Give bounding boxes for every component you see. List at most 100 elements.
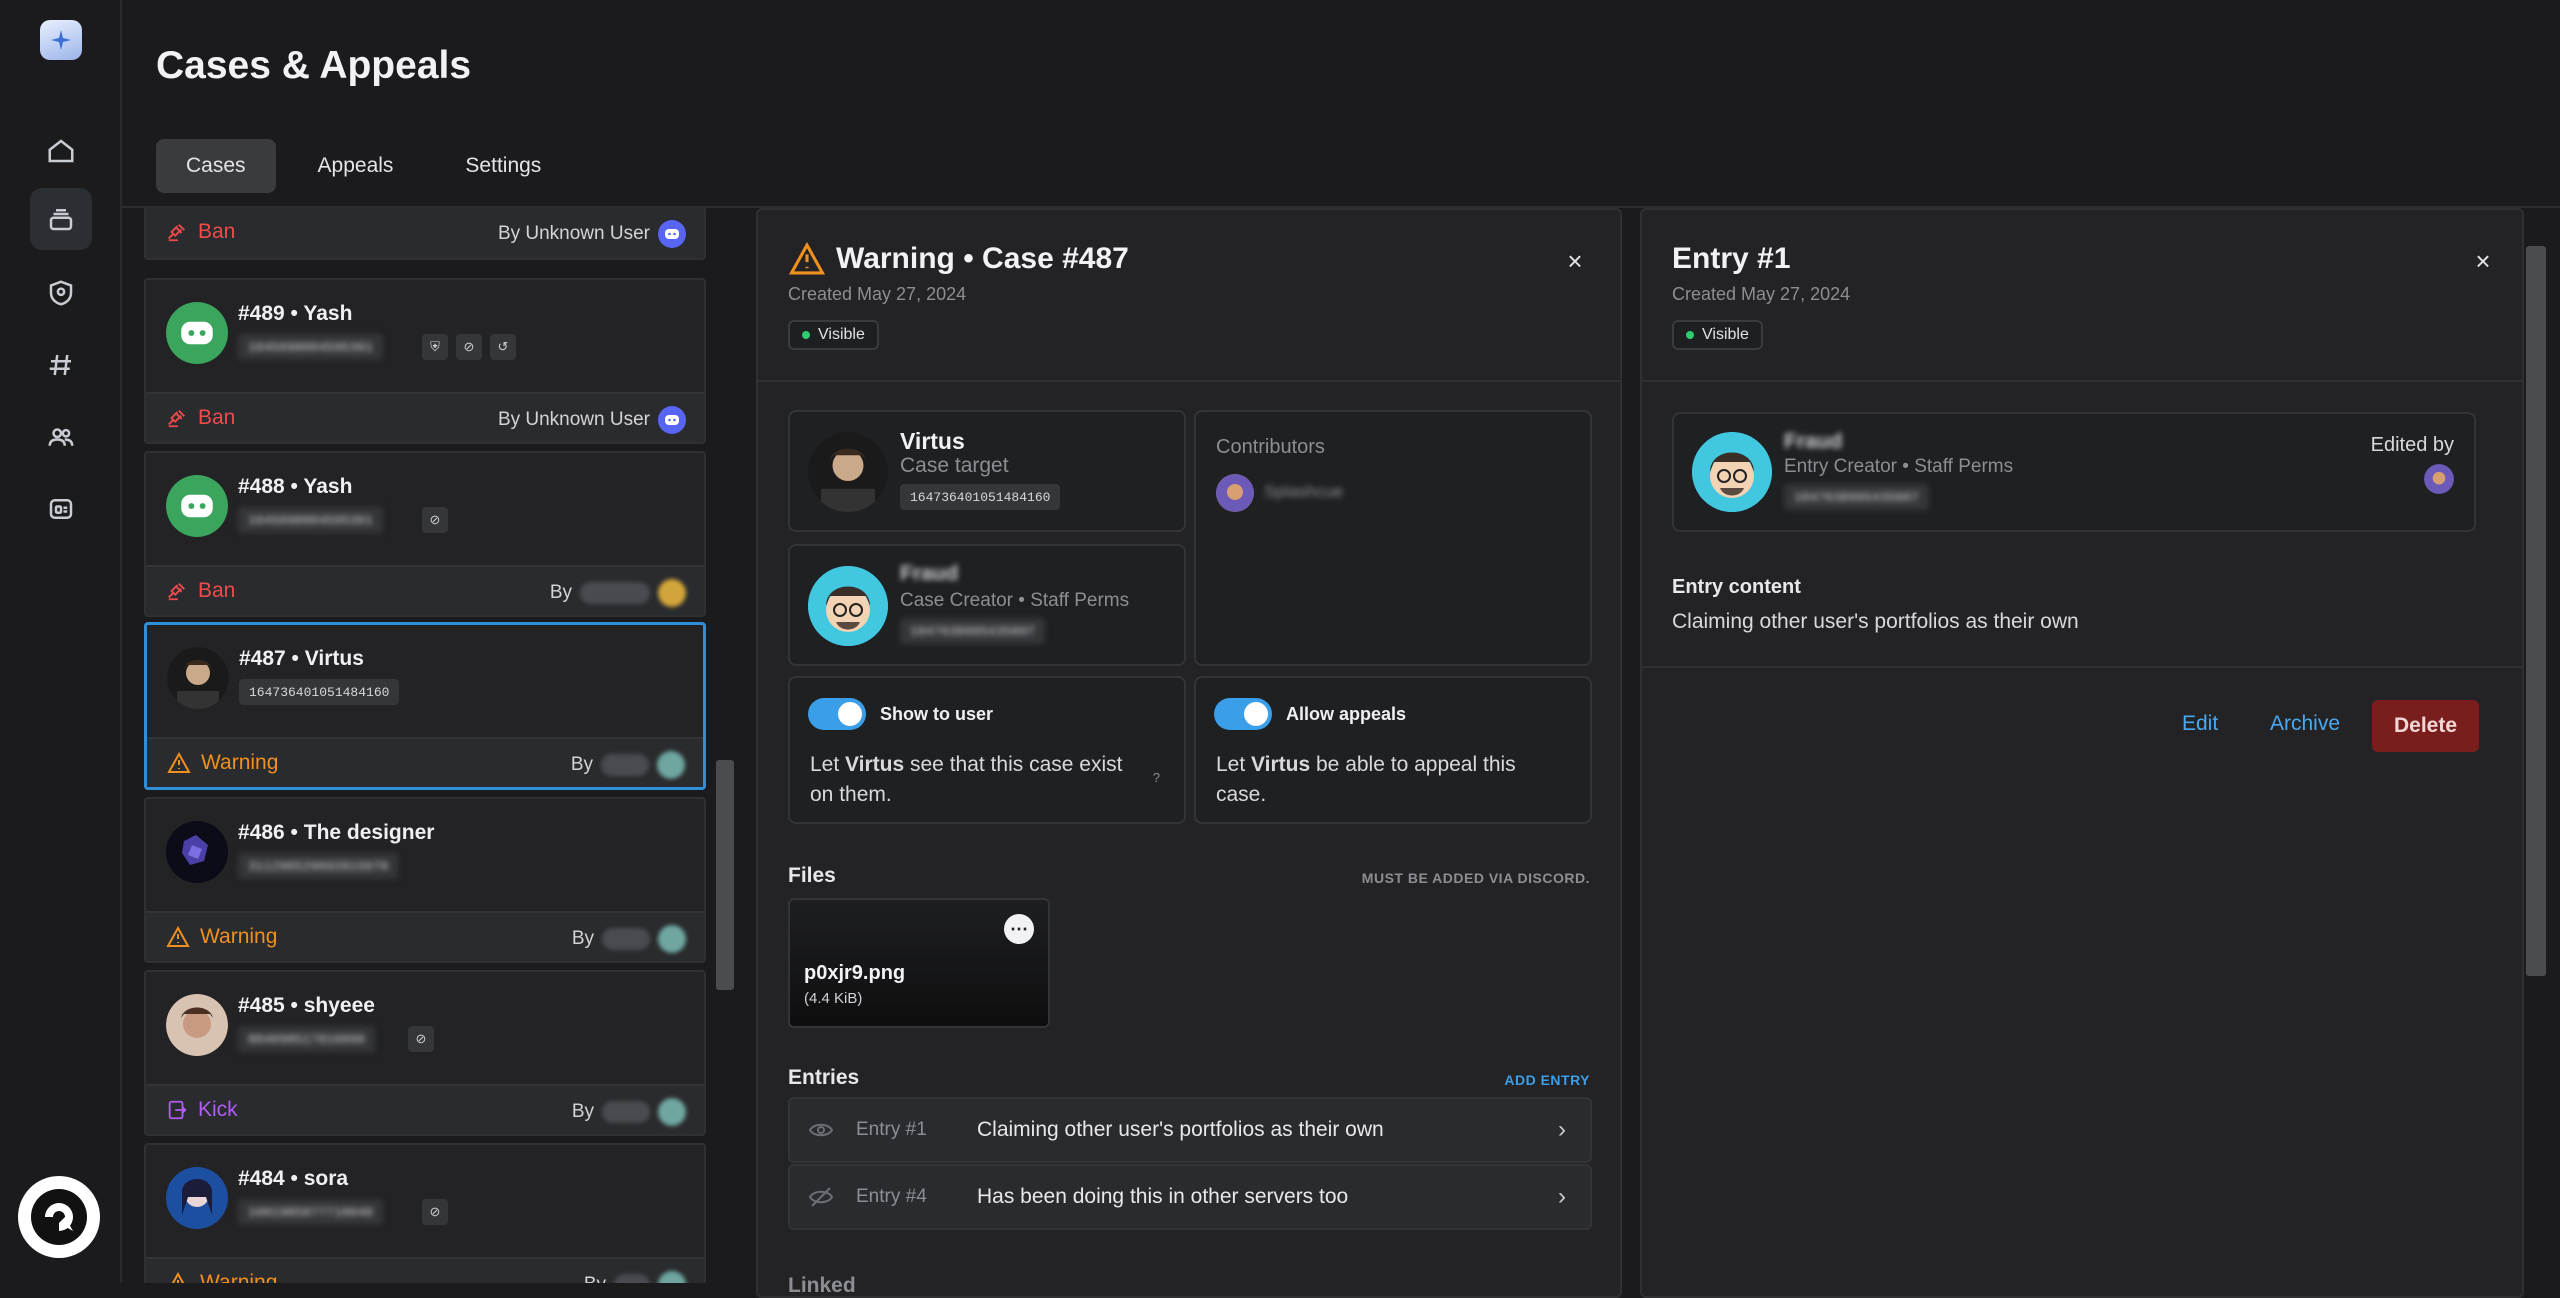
- tab-appeals[interactable]: Appeals: [288, 139, 424, 193]
- eye-off-icon: ⊘: [422, 1199, 448, 1225]
- avatar: [657, 751, 685, 779]
- allow-appeals-toggle[interactable]: [1214, 698, 1272, 730]
- gavel-icon: [168, 224, 185, 242]
- desc-user: Virtus: [845, 753, 905, 776]
- case-title: #487 • Virtus: [239, 647, 364, 670]
- avatar: [658, 1098, 686, 1126]
- creator-role: Entry Creator • Staff Perms: [1784, 456, 2014, 477]
- case-action-label: Warning: [201, 751, 279, 774]
- close-icon[interactable]: ×: [1560, 246, 1590, 276]
- case-by-label: By: [549, 582, 572, 603]
- nav-rail: [0, 0, 122, 1283]
- avatar: [166, 1167, 228, 1229]
- page-title: Cases & Appeals: [156, 44, 472, 87]
- shield-user-icon[interactable]: [30, 262, 92, 324]
- avatar: [167, 647, 229, 709]
- case-card-selected[interactable]: #487 • Virtus 164736401051484160 Warning…: [144, 622, 706, 790]
- case-list-scrollbar[interactable]: [716, 760, 734, 990]
- allow-appeals-row: Allow appeals: [1214, 698, 1406, 730]
- status-dot: [1686, 331, 1694, 339]
- case-footer: Ban By: [146, 565, 704, 615]
- case-action-label: Warning: [200, 1271, 278, 1283]
- file-card[interactable]: ⋯ p0xjr9.png (4.4 KiB): [788, 898, 1050, 1028]
- target-name: Virtus: [900, 428, 965, 454]
- entry-created: Created May 27, 2024: [1672, 284, 1851, 304]
- case-action: Warning: [167, 751, 278, 775]
- case-user-id: 311296529692815070: [238, 853, 399, 879]
- brand-badge-icon[interactable]: [18, 1176, 100, 1258]
- case-footer: Kick By: [146, 1084, 704, 1134]
- case-card[interactable]: #488 • Yash 1045698004595361 ⊘ Ban By: [144, 451, 706, 617]
- case-card[interactable]: #485 • shyeee 804698517816690 ⊘ Kick By: [144, 970, 706, 1136]
- entry-detail-panel: Entry #1 Created May 27, 2024 Visible × …: [1640, 208, 2524, 1298]
- case-by: By: [584, 1271, 686, 1283]
- delete-button[interactable]: Delete: [2372, 700, 2480, 752]
- case-action-label: Ban: [198, 579, 236, 602]
- case-by: By: [550, 579, 686, 607]
- redacted-username: [601, 754, 649, 776]
- case-user-id: 1045698004595361: [238, 334, 383, 360]
- case-footer: Ban By Unknown User: [146, 392, 704, 442]
- archive-button[interactable]: Archive: [2270, 712, 2340, 736]
- page-scrollbar[interactable]: [2526, 246, 2546, 976]
- case-card[interactable]: #484 • sora 1001985877710040 ⊘ Warning B…: [144, 1143, 706, 1283]
- entry-row[interactable]: Entry #4 Has been doing this in other se…: [788, 1164, 1592, 1230]
- case-flags: ⊘: [422, 1199, 448, 1225]
- case-by-label: By: [571, 928, 594, 949]
- tab-cases[interactable]: Cases: [156, 139, 276, 193]
- show-to-user-toggle[interactable]: [808, 698, 866, 730]
- more-options-icon[interactable]: ⋯: [1004, 914, 1034, 944]
- home-icon[interactable]: [30, 120, 92, 182]
- avatar: [808, 566, 888, 646]
- eye-off-icon: [808, 1187, 834, 1207]
- kick-icon: [168, 1100, 187, 1120]
- case-by-label: By: [584, 1274, 606, 1283]
- case-card[interactable]: #489 • Yash 1045698004595361 ⛨ ⊘ ↺ Ban B…: [144, 278, 706, 444]
- case-card[interactable]: Ban By Unknown User: [144, 208, 706, 260]
- status-dot: [802, 331, 810, 339]
- app-logo-icon[interactable]: [40, 20, 82, 60]
- chevron-right-icon: ›: [1558, 1116, 1566, 1143]
- files-label: Files: [788, 864, 836, 887]
- help-icon[interactable]: ?: [1153, 770, 1160, 785]
- discord-avatar-icon: [166, 302, 228, 364]
- contributor-name: Splashcue: [1264, 482, 1344, 501]
- case-list[interactable]: Ban By Unknown User #489 • Yash 10456980…: [144, 208, 706, 1283]
- case-by: By: [572, 925, 686, 953]
- case-flags: ⊘: [408, 1026, 434, 1052]
- creator-name: Fraud: [900, 562, 959, 585]
- add-entry-button[interactable]: ADD ENTRY: [1504, 1072, 1590, 1088]
- close-icon[interactable]: ×: [2468, 246, 2498, 276]
- avatar: [166, 994, 228, 1056]
- contributors-label: Contributors: [1216, 436, 1325, 458]
- edit-button[interactable]: Edit: [2182, 712, 2218, 736]
- avatar: [2424, 464, 2454, 494]
- hash-icon[interactable]: [30, 334, 92, 396]
- desc-user: Virtus: [1251, 753, 1311, 776]
- case-by: By: [571, 751, 685, 779]
- users-icon[interactable]: [30, 406, 92, 468]
- case-action: Warning: [166, 1271, 277, 1283]
- stack-icon[interactable]: [30, 188, 92, 250]
- status-label: Visible: [1702, 326, 1749, 343]
- case-title: #488 • Yash: [238, 475, 353, 498]
- redacted-username: [602, 928, 650, 950]
- entry-name: Entry #4: [856, 1186, 927, 1207]
- panel-divider: [1642, 380, 2522, 382]
- case-card[interactable]: #486 • The designer 311296529692815070 W…: [144, 797, 706, 963]
- warning-icon: [166, 926, 190, 947]
- case-by: By Unknown User: [498, 220, 686, 248]
- case-footer: Warning By: [146, 1257, 704, 1283]
- case-title: #485 • shyeee: [238, 994, 375, 1017]
- case-by-label: By: [570, 754, 593, 775]
- creator-name: Fraud: [1784, 430, 1843, 453]
- card-icon[interactable]: [30, 478, 92, 540]
- case-action-label: Kick: [198, 1098, 238, 1121]
- avatar: [1216, 474, 1254, 512]
- tab-settings[interactable]: Settings: [435, 139, 571, 193]
- case-by-label: By Unknown User: [497, 409, 650, 430]
- case-panel-title: Warning • Case #487: [788, 242, 1129, 276]
- allow-appeals-desc: Let Virtus be able to appeal this case.: [1216, 750, 1556, 810]
- entry-row[interactable]: Entry #1 Claiming other user's portfolio…: [788, 1097, 1592, 1163]
- case-footer: Warning By: [146, 911, 704, 961]
